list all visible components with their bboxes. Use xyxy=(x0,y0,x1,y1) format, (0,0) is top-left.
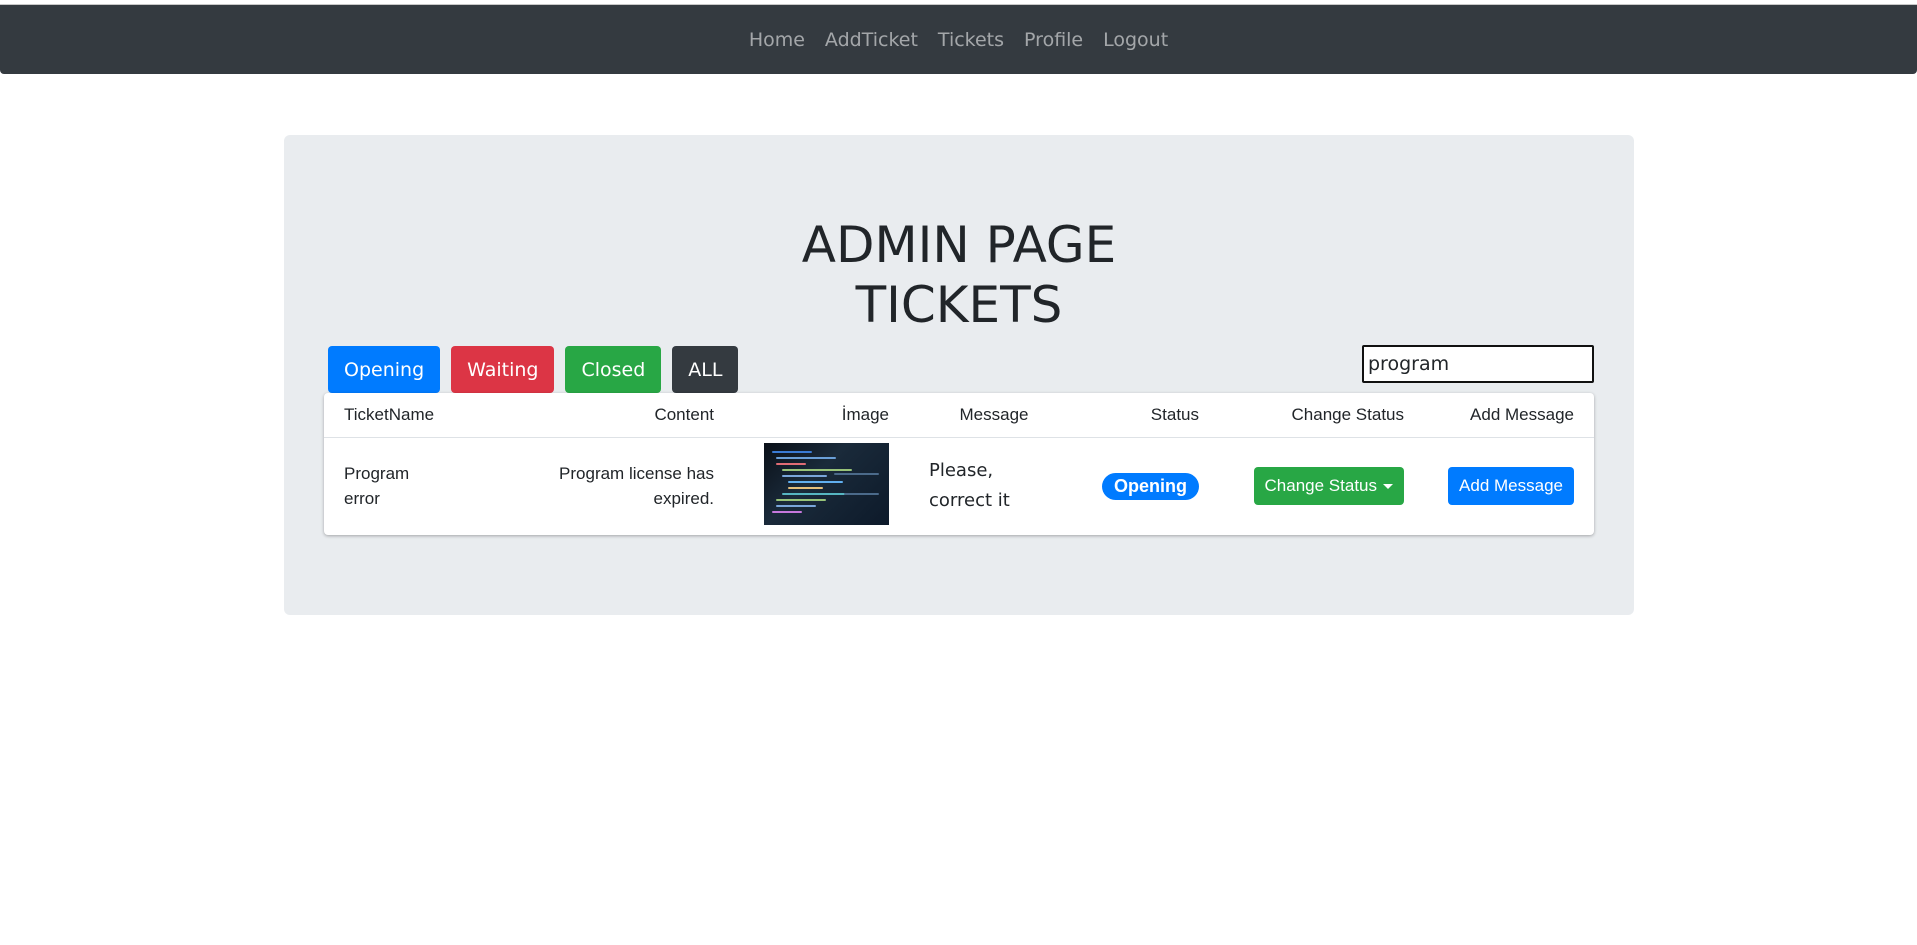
filter-waiting-button[interactable]: Waiting xyxy=(451,346,555,393)
header-status: Status xyxy=(1079,393,1219,438)
page-title-line1: ADMIN PAGE xyxy=(801,216,1117,274)
page-title-line2: TICKETS xyxy=(855,276,1063,334)
top-navbar: Home AddTicket Tickets Profile Logout xyxy=(0,4,1917,74)
change-status-dropdown-button[interactable]: Change Status xyxy=(1253,467,1404,506)
ticket-message-cell: Please, correct it xyxy=(929,460,1010,512)
tickets-table-card: TicketName Content İmage Message Status … xyxy=(324,393,1594,535)
add-message-button[interactable]: Add Message xyxy=(1448,467,1574,506)
filter-opening-button[interactable]: Opening xyxy=(328,346,441,393)
header-image: İmage xyxy=(734,393,909,438)
nav-add-ticket-link[interactable]: AddTicket xyxy=(815,29,928,51)
table-header-row: TicketName Content İmage Message Status … xyxy=(324,393,1594,438)
code-screen-image[interactable] xyxy=(764,442,889,525)
header-content: Content xyxy=(499,393,734,438)
filter-all-button[interactable]: ALL xyxy=(672,346,739,393)
table-row: Program error Program license has expire… xyxy=(324,437,1594,535)
search-input[interactable] xyxy=(1362,345,1594,383)
header-change-status: Change Status xyxy=(1219,393,1424,438)
header-ticket-name: TicketName xyxy=(324,393,499,438)
status-badge: Opening xyxy=(1102,472,1199,500)
main-nav: Home AddTicket Tickets Profile Logout xyxy=(0,5,1917,75)
ticket-name-cell: Program error xyxy=(344,464,410,509)
nav-home-link[interactable]: Home xyxy=(739,29,815,51)
tickets-table: TicketName Content İmage Message Status … xyxy=(324,393,1594,535)
header-add-message: Add Message xyxy=(1424,393,1594,438)
nav-profile-link[interactable]: Profile xyxy=(1014,29,1093,51)
admin-panel: ADMIN PAGE TICKETS Opening Waiting Close… xyxy=(284,135,1634,615)
filter-closed-button[interactable]: Closed xyxy=(565,346,662,393)
nav-logout-link[interactable]: Logout xyxy=(1093,29,1178,51)
ticket-content-cell: Program license has expired. xyxy=(559,464,714,509)
header-message: Message xyxy=(909,393,1079,438)
nav-tickets-link[interactable]: Tickets xyxy=(928,29,1014,51)
change-status-label: Change Status xyxy=(1264,476,1377,496)
page-title: ADMIN PAGE TICKETS xyxy=(284,215,1634,335)
status-filter-group: Opening Waiting Closed ALL xyxy=(328,346,739,393)
caret-down-icon xyxy=(1383,483,1393,489)
